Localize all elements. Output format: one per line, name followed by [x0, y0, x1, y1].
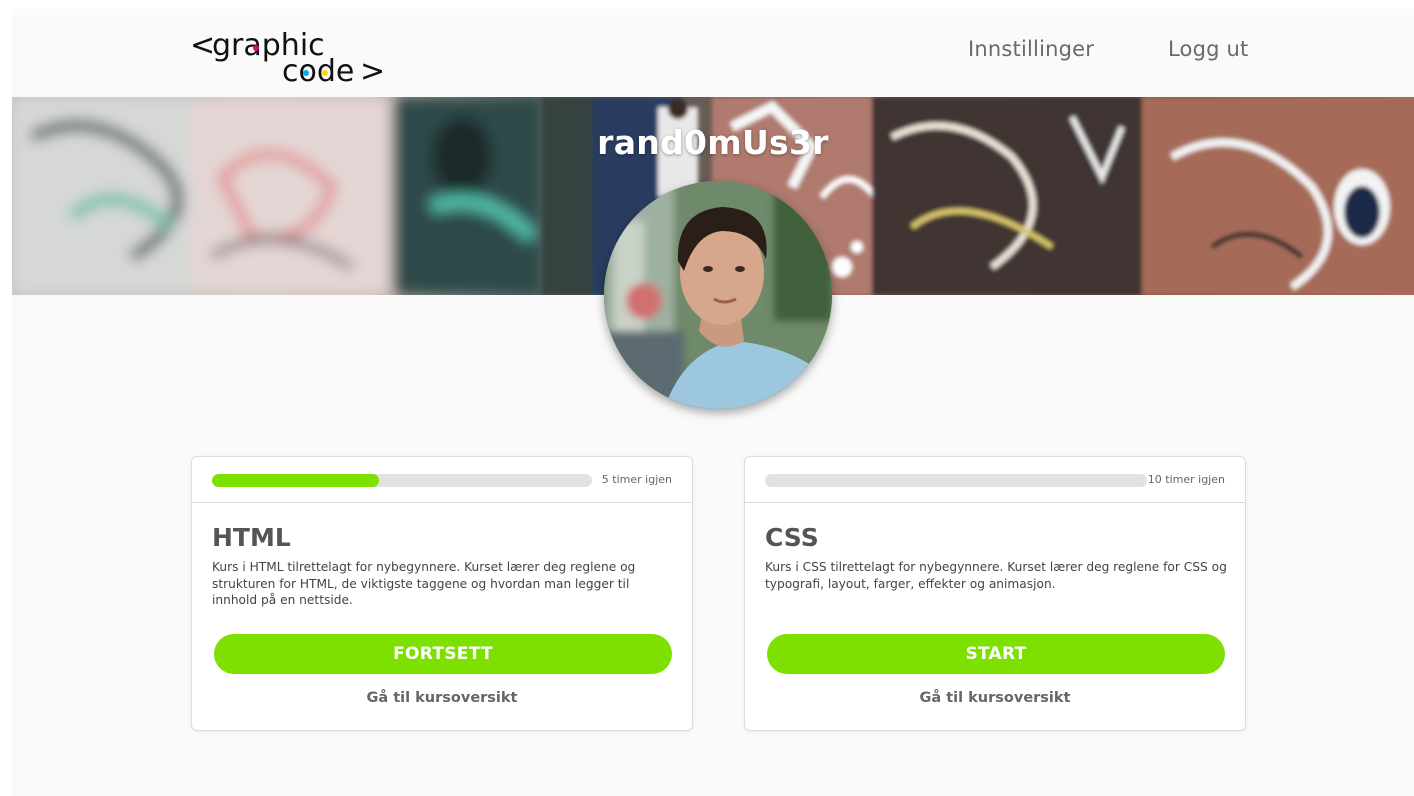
course-description: Kurs i HTML tilrettelagt for nybegynnere… [212, 560, 636, 607]
course-card-html: 5 timer igjen HTML Kurs i HTML tilrettel… [191, 456, 693, 731]
logo-dot-yellow [322, 70, 328, 76]
course-overview-link[interactable]: Gå til kursoversikt [192, 690, 692, 706]
logo-word-code: code [282, 54, 354, 85]
course-overview-link[interactable]: Gå til kursoversikt [745, 690, 1245, 706]
logo-dot-cyan [303, 70, 309, 76]
progress-bar [765, 474, 1147, 487]
course-progress-row: 10 timer igjen [745, 457, 1245, 503]
start-button[interactable]: START [767, 634, 1225, 674]
graphic-code-logo[interactable]: < graphic code > [190, 23, 400, 85]
profile-avatar [604, 181, 832, 409]
progress-bar-fill [212, 474, 380, 487]
logout-link[interactable]: Logg ut [1168, 37, 1248, 61]
course-description: Kurs i CSS tilrettelagt for nybegynnere.… [765, 560, 1227, 591]
course-title: CSS [765, 523, 819, 552]
avatar-image [604, 181, 832, 409]
course-title: HTML [212, 523, 291, 552]
logo-bracket-close: > [360, 54, 385, 85]
course-progress-row: 5 timer igjen [192, 457, 692, 503]
time-remaining: 10 timer igjen [1147, 473, 1225, 486]
course-card-css: 10 timer igjen CSS Kurs i CSS tilrettela… [744, 456, 1246, 731]
logo-dot-magenta [253, 45, 259, 51]
settings-link[interactable]: Innstillinger [968, 37, 1094, 61]
progress-bar [212, 474, 592, 487]
time-remaining: 5 timer igjen [601, 473, 672, 486]
profile-username: rand0mUs3r [597, 123, 829, 162]
continue-button[interactable]: FORTSETT [214, 634, 672, 674]
page: < graphic code > Innstillinger Logg ut r… [12, 9, 1414, 796]
